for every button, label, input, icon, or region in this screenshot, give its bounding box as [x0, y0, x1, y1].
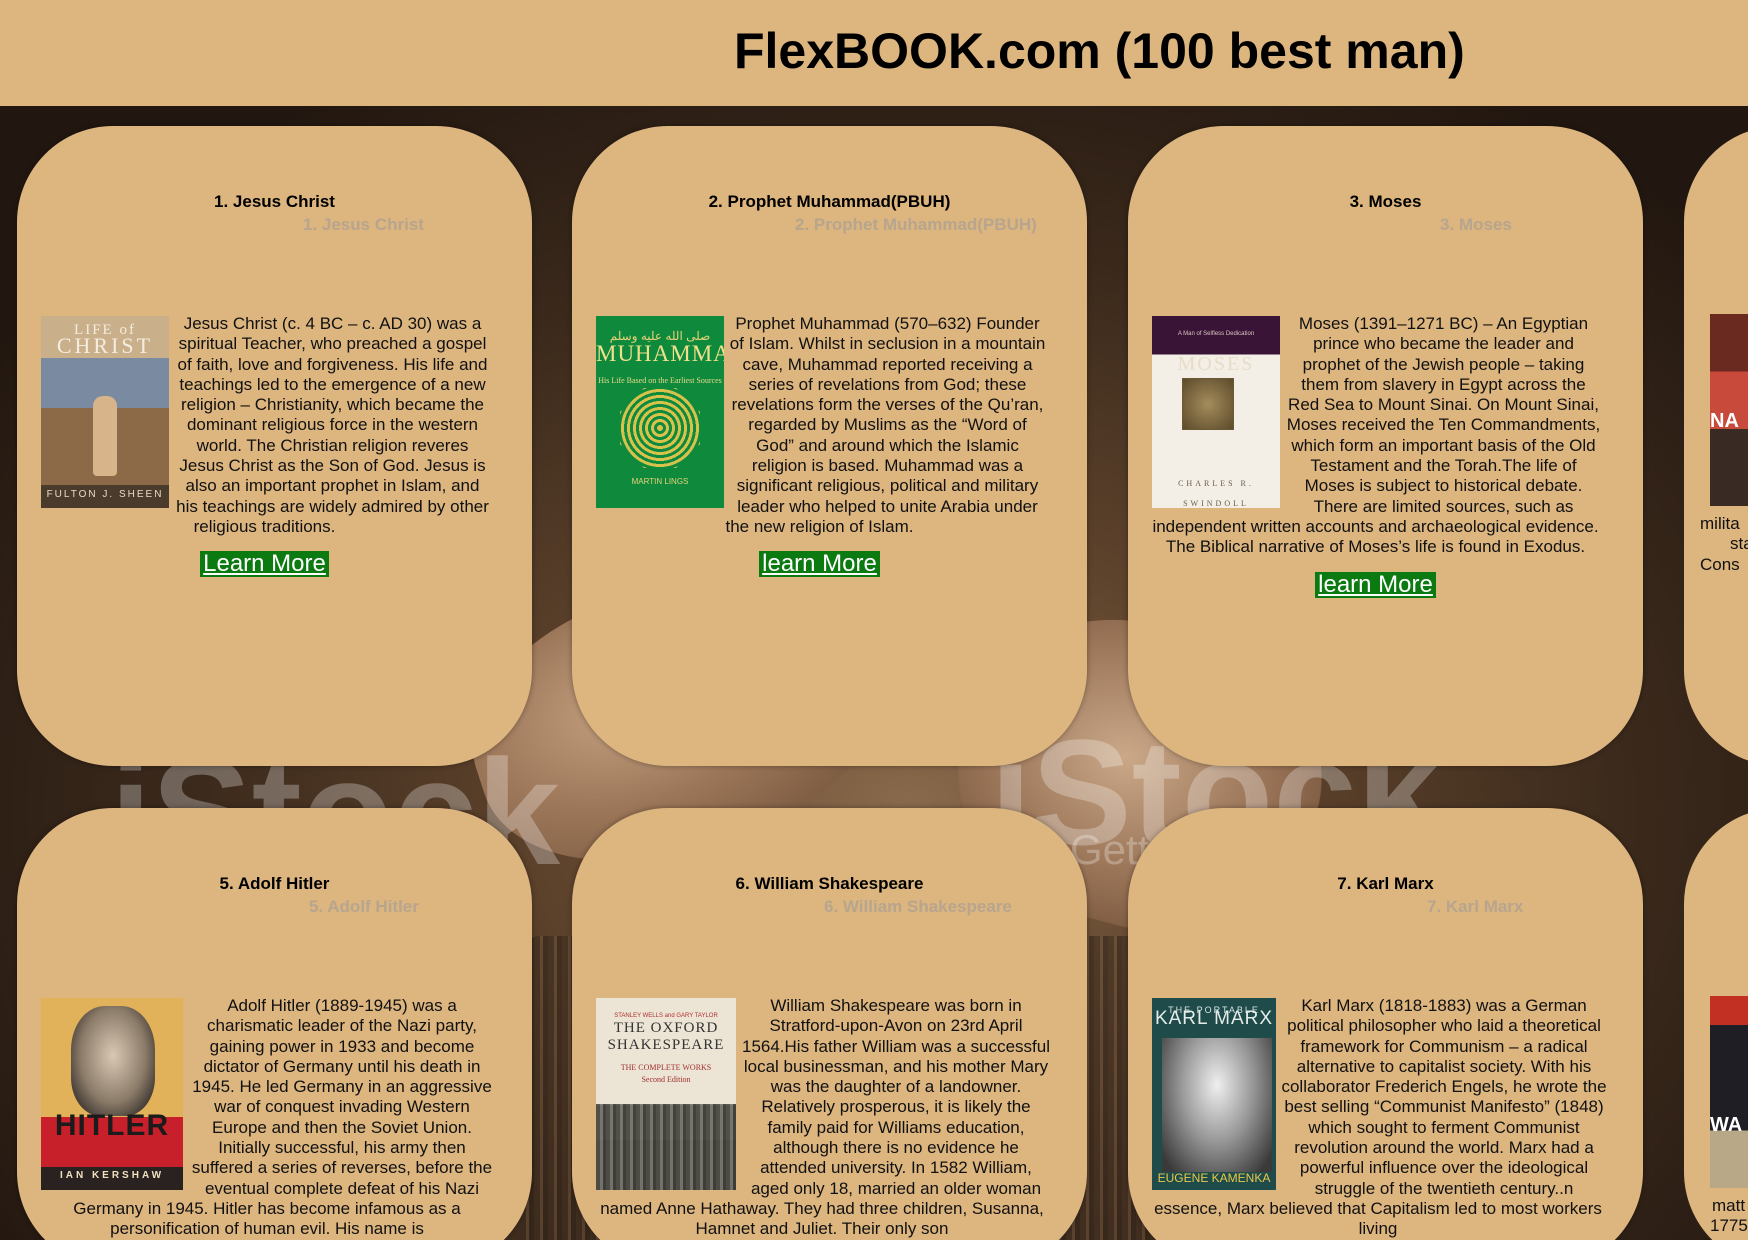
cover-author: CHARLES R. SWINDOLL	[1178, 479, 1254, 508]
cover-picture	[1182, 378, 1234, 430]
site-title: FlexBOOK.com (100 best man)	[734, 23, 1465, 79]
card-description: Jesus Christ (c. 4 BC – c. AD 30) was a …	[176, 314, 489, 536]
book-card-partial: NA milita sta Cons	[1684, 126, 1748, 766]
card-body: صلى الله عليه وسلم MUHAMMAD His Life Bas…	[592, 314, 1047, 578]
book-cover-image[interactable]: صلى الله عليه وسلم MUHAMMAD His Life Bas…	[596, 316, 724, 508]
card-title: 1. Jesus Christ	[214, 192, 335, 211]
book-card: 6. William Shakespeare 6. William Shakes…	[572, 808, 1087, 1240]
book-card: 1. Jesus Christ 1. Jesus Christ LIFE of …	[17, 126, 532, 766]
learn-more-button[interactable]: learn More	[759, 551, 880, 578]
card-title: 2. Prophet Muhammad(PBUH)	[708, 192, 951, 211]
cover-author: IAN KERSHAW	[59, 1169, 165, 1181]
cover-figure	[93, 396, 117, 476]
cover-ornament	[620, 388, 700, 468]
card-body: THE PORTABLE KARL MARX EUGENE KAMENKA Ka…	[1148, 996, 1608, 1240]
cover-text: A Man of Selfless Dedication	[1177, 331, 1255, 337]
cover-text: WA	[1710, 1114, 1743, 1136]
cover-author: EUGENE KAMENKA	[1157, 1170, 1271, 1185]
card-alt-title: 2. Prophet Muhammad(PBUH)	[795, 215, 1037, 234]
book-card: 2. Prophet Muhammad(PBUH) 2. Prophet Muh…	[572, 126, 1087, 766]
card-description-fragment: 1775	[1710, 1216, 1748, 1235]
cover-text: Second Edition	[641, 1075, 691, 1084]
card-alt-title: 3. Moses	[1440, 215, 1512, 234]
card-body: LIFE of CHRIST FULTON J. SHEEN Jesus Chr…	[37, 314, 492, 578]
book-card: 5. Adolf Hitler 5. Adolf Hitler HITLER I…	[17, 808, 532, 1240]
card-alt-title: 6. William Shakespeare	[824, 897, 1012, 916]
cover-text: MOSES	[1177, 353, 1255, 375]
cover-illustration	[596, 1104, 736, 1190]
card-title: 7. Karl Marx	[1337, 874, 1434, 893]
book-card-partial: WA matt 1775	[1684, 808, 1748, 1240]
book-cover-image[interactable]: STANLEY WELLS and GARY TAYLOR THE OXFORD…	[596, 998, 736, 1190]
cover-author: MARTIN LINGS	[631, 476, 689, 486]
cover-text: KARL MARX	[1154, 1008, 1274, 1029]
cover-text: MUHAMMAD	[596, 341, 724, 366]
card-alt-title: 7. Karl Marx	[1427, 897, 1524, 916]
book-cover-image[interactable]: NA	[1710, 314, 1748, 506]
card-alt-title: 1. Jesus Christ	[303, 215, 424, 234]
book-cover-image[interactable]: WA	[1710, 996, 1748, 1188]
card-title: 5. Adolf Hitler	[219, 874, 330, 893]
learn-more-button[interactable]: learn More	[1315, 571, 1436, 598]
cover-author: FULTON J. SHEEN	[46, 488, 164, 500]
card-title: 3. Moses	[1349, 192, 1422, 211]
book-cover-image[interactable]: THE PORTABLE KARL MARX EUGENE KAMENKA	[1152, 998, 1276, 1190]
cover-text: THE OXFORD SHAKESPEARE	[607, 1020, 725, 1053]
cover-text: HITLER	[54, 1109, 170, 1142]
card-description-fragment: milita	[1700, 514, 1740, 533]
card-description-fragment: matt	[1712, 1196, 1746, 1215]
book-card: 7. Karl Marx 7. Karl Marx THE PORTABLE K…	[1128, 808, 1643, 1240]
card-body: A Man of Selfless Dedication MOSES CHARL…	[1148, 314, 1603, 598]
card-description-fragment: sta	[1730, 534, 1748, 553]
card-title: 6. William Shakespeare	[735, 874, 924, 893]
book-card: 3. Moses 3. Moses A Man of Selfless Dedi…	[1128, 126, 1643, 766]
card-description: Prophet Muhammad (570–632) Founder of Is…	[725, 314, 1046, 536]
book-cover-image[interactable]: LIFE of CHRIST FULTON J. SHEEN	[41, 316, 169, 508]
cover-portrait	[71, 1006, 155, 1116]
card-alt-title: 5. Adolf Hitler	[309, 897, 419, 916]
book-cover-image[interactable]: HITLER IAN KERSHAW	[41, 998, 183, 1190]
learn-more-button[interactable]: Learn More	[200, 551, 329, 578]
cover-text: CHRIST	[56, 333, 154, 358]
cover-portrait	[1162, 1038, 1272, 1172]
book-cover-image[interactable]: A Man of Selfless Dedication MOSES CHARL…	[1152, 316, 1280, 508]
card-body: STANLEY WELLS and GARY TAYLOR THE OXFORD…	[592, 996, 1052, 1240]
cover-text: NA	[1710, 410, 1739, 432]
card-body: HITLER IAN KERSHAW Adolf Hitler (1889-19…	[37, 996, 497, 1240]
card-description-fragment: Cons	[1700, 555, 1740, 574]
site-header: FlexBOOK.com (100 best man)	[0, 0, 1748, 106]
